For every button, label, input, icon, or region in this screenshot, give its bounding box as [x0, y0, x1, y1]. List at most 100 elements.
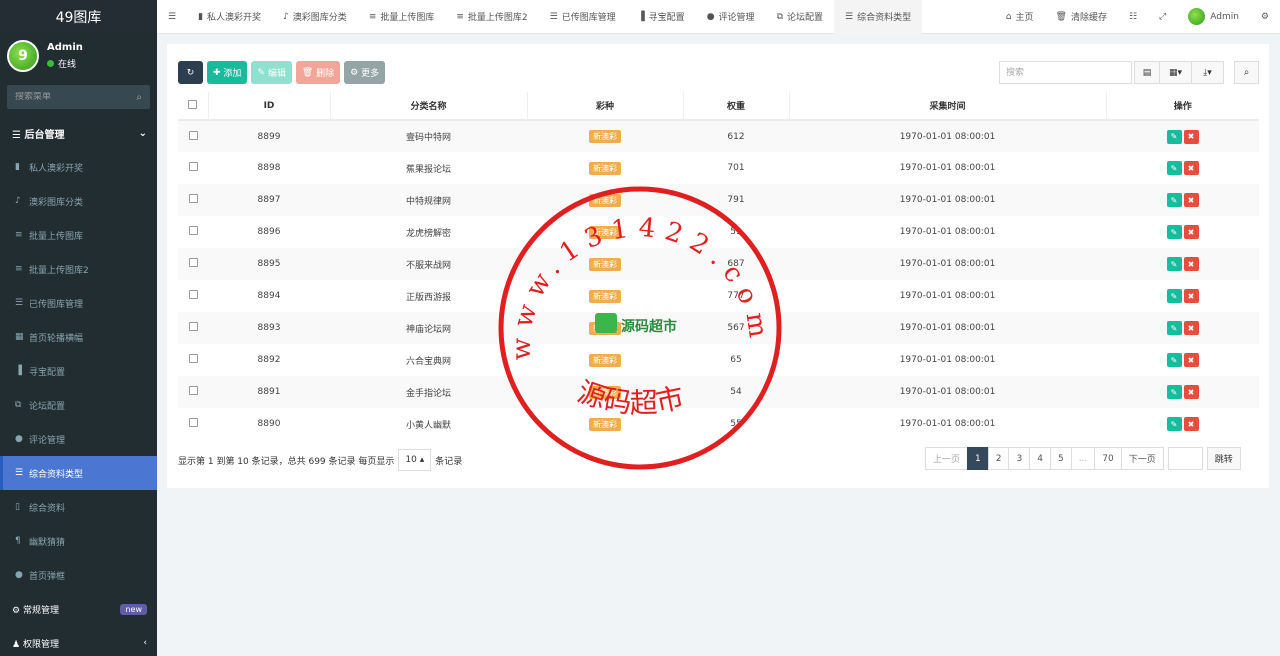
row-checkbox[interactable] [188, 130, 198, 140]
row-delete-button[interactable]: ✖ [1183, 193, 1199, 207]
columns-button[interactable]: ▦▾ [1159, 61, 1192, 84]
table-row[interactable]: 8898 蕉果报论坛 新澳彩 701 1970-01-01 08:00:01 ✎ ✖ [178, 152, 1259, 184]
tab-8[interactable]: ☰ 综合资料类型 [834, 0, 923, 34]
row-checkbox[interactable] [188, 386, 198, 395]
menu-group-permission[interactable]: ♟ 权限管理 ‹ [0, 626, 157, 656]
sidebar-search-input[interactable] [15, 92, 115, 102]
row-checkbox[interactable] [188, 418, 198, 427]
page-button[interactable]: 5 [1049, 447, 1072, 470]
sidebar-item-11[interactable]: ¶ 幽默猜猜 [0, 524, 157, 558]
tab-3[interactable]: ≡ 批量上传图库2 [445, 0, 538, 34]
row-edit-button[interactable]: ✎ [1166, 289, 1182, 303]
page-button[interactable]: 4 [1029, 447, 1051, 470]
table-row[interactable]: 8890 小黄人幽默 新澳彩 55 1970-01-01 08:00:01 ✎ ✖ [178, 408, 1259, 440]
sidebar-item-9[interactable]: ☰ 综合资料类型 [0, 456, 157, 490]
user-menu[interactable]: Admin [1177, 0, 1250, 34]
menu-group-general[interactable]: ⚙ 常规管理 new [0, 592, 157, 626]
col-type[interactable]: 彩种 [527, 92, 684, 121]
next-page-button[interactable]: 下一页 [1120, 447, 1164, 470]
more-button[interactable]: ⚙ 更多 [344, 61, 386, 84]
search-icon[interactable]: ⌕ [136, 92, 142, 103]
table-row[interactable]: 8894 正版西游报 新澳彩 777 1970-01-01 08:00:01 ✎ ✖ [178, 280, 1259, 312]
edit-button[interactable]: ✎ 编辑 [251, 61, 292, 84]
page-button[interactable]: 2 [987, 447, 1010, 470]
row-delete-button[interactable]: ✖ [1183, 385, 1199, 399]
toggle-view-button[interactable]: ▤ [1134, 61, 1160, 84]
settings-button[interactable]: ⚙ [1250, 0, 1280, 34]
sidebar-item-4[interactable]: ☰ 已传图库管理 [0, 286, 157, 320]
sidebar-item-10[interactable]: ▯ 综合资料 [0, 490, 157, 524]
menu-section-admin[interactable]: ☰ 后台管理 ⌄ [0, 116, 157, 150]
page-button[interactable]: 3 [1008, 447, 1031, 470]
sidebar-item-5[interactable]: ▦ 首页轮播横幅 [0, 320, 157, 354]
search-input[interactable] [999, 61, 1132, 84]
clear-cache-button[interactable]: 🗑 清除缓存 [1045, 0, 1118, 34]
tab-5[interactable]: ▐ 寻宝配置 [627, 0, 696, 34]
sidebar-item-12[interactable]: ● 首页弹框 [0, 558, 157, 592]
language-button[interactable]: ☷ [1118, 0, 1148, 34]
tab-0[interactable]: ▮ 私人澳彩开奖 [187, 0, 272, 34]
row-edit-button[interactable]: ✎ [1166, 353, 1182, 367]
table-row[interactable]: 8896 龙虎榜解密 新澳彩 59 1970-01-01 08:00:01 ✎ ✖ [178, 216, 1259, 248]
sidebar-item-0[interactable]: ▮ 私人澳彩开奖 [0, 150, 157, 184]
fullscreen-button[interactable]: ⤢ [1148, 0, 1177, 34]
page-button[interactable]: 70 [1094, 447, 1122, 470]
table-row[interactable]: 8897 中特规律网 新澳彩 791 1970-01-01 08:00:01 ✎ ✖ [178, 184, 1259, 216]
prev-page-button[interactable]: 上一页 [925, 447, 969, 470]
row-delete-button[interactable]: ✖ [1183, 353, 1199, 367]
row-edit-button[interactable]: ✎ [1166, 129, 1182, 144]
sidebar-item-8[interactable]: ● 评论管理 [0, 422, 157, 456]
row-edit-button[interactable]: ✎ [1166, 193, 1182, 207]
row-delete-button[interactable]: ✖ [1183, 129, 1199, 144]
col-weight[interactable]: 权重 [683, 92, 790, 121]
row-delete-button[interactable]: ✖ [1183, 321, 1199, 335]
col-time[interactable]: 采集时间 [789, 92, 1107, 121]
sidebar-toggle[interactable]: ☰ [157, 0, 187, 34]
table-row[interactable]: 8893 神庙论坛网 新澳彩 567 1970-01-01 08:00:01 ✎ ✖ [178, 312, 1259, 344]
row-checkbox[interactable] [188, 258, 198, 267]
table-row[interactable]: 8895 不服来战网 新澳彩 687 1970-01-01 08:00:01 ✎ ✖ [178, 248, 1259, 280]
app-logo[interactable]: 49图库 [0, 0, 157, 33]
home-link[interactable]: ⌂ 主页 [995, 0, 1045, 34]
table-row[interactable]: 8891 金手指论坛 新澳彩 54 1970-01-01 08:00:01 ✎ ✖ [178, 376, 1259, 408]
tab-7[interactable]: ⧉ 论坛配置 [766, 0, 834, 34]
delete-button[interactable]: 🗑 删除 [295, 61, 341, 84]
table-row[interactable]: 8899 壹码中特网 新澳彩 612 1970-01-01 08:00:01 ✎ ✖ [178, 120, 1259, 152]
row-delete-button[interactable]: ✖ [1183, 417, 1199, 431]
sidebar-item-3[interactable]: ≡ 批量上传图库2 [0, 252, 157, 286]
row-checkbox[interactable] [188, 322, 198, 331]
row-delete-button[interactable]: ✖ [1183, 225, 1199, 239]
export-button[interactable]: ⤓▾ [1191, 61, 1224, 84]
row-edit-button[interactable]: ✎ [1166, 321, 1182, 335]
row-checkbox[interactable] [188, 290, 198, 299]
row-checkbox[interactable] [188, 354, 198, 363]
add-button[interactable]: ✚ 添加 [207, 61, 248, 84]
sidebar-item-2[interactable]: ≡ 批量上传图库 [0, 218, 157, 252]
row-delete-button[interactable]: ✖ [1183, 161, 1199, 175]
row-checkbox[interactable] [188, 226, 198, 235]
page-button[interactable]: 1 [967, 447, 989, 470]
sidebar-item-6[interactable]: ▐ 寻宝配置 [0, 354, 157, 388]
col-name[interactable]: 分类名称 [330, 92, 528, 121]
tab-6[interactable]: ● 评论管理 [696, 0, 766, 34]
tab-1[interactable]: ♪ 澳彩图库分类 [272, 0, 358, 34]
jump-page-input[interactable] [1167, 447, 1203, 470]
sidebar-item-1[interactable]: ♪ 澳彩图库分类 [0, 184, 157, 218]
jump-button[interactable]: 跳转 [1206, 447, 1241, 470]
search-button[interactable]: ⌕ [1234, 61, 1259, 84]
col-id[interactable]: ID [208, 92, 331, 121]
row-checkbox[interactable] [188, 194, 198, 203]
refresh-button[interactable]: ↻ [178, 61, 203, 84]
tab-2[interactable]: ≡ 批量上传图库 [358, 0, 446, 34]
sidebar-item-7[interactable]: ⧉ 论坛配置 [0, 388, 157, 422]
row-edit-button[interactable]: ✎ [1166, 417, 1182, 431]
row-edit-button[interactable]: ✎ [1166, 225, 1182, 239]
tab-4[interactable]: ☰ 已传图库管理 [539, 0, 627, 34]
row-edit-button[interactable]: ✎ [1166, 385, 1182, 399]
row-checkbox[interactable] [188, 162, 198, 171]
select-all-checkbox[interactable] [188, 99, 198, 109]
row-delete-button[interactable]: ✖ [1183, 289, 1199, 303]
page-size-select[interactable]: 10 ▴ [398, 449, 432, 471]
row-edit-button[interactable]: ✎ [1166, 257, 1182, 271]
row-edit-button[interactable]: ✎ [1166, 161, 1182, 175]
